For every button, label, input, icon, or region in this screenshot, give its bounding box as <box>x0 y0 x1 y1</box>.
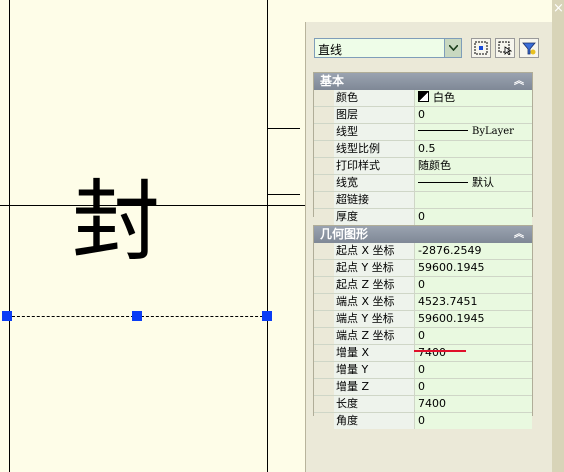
property-value[interactable]: 默认 <box>415 175 532 191</box>
grip-mid[interactable] <box>132 311 142 321</box>
section-basic-title: 基本 <box>320 74 345 88</box>
property-value[interactable]: 白色 <box>415 90 532 106</box>
property-row-length[interactable]: 长度 7400 <box>314 396 532 413</box>
object-type-value: 直线 <box>318 43 343 57</box>
property-value[interactable]: 0 <box>415 209 532 225</box>
property-label: 超链接 <box>334 192 415 208</box>
property-row-end-z[interactable]: 端点 Z 坐标 0 <box>314 328 532 345</box>
property-value[interactable]: 0 <box>415 107 532 123</box>
property-label: 起点 Z 坐标 <box>334 277 415 293</box>
palette-title-bar[interactable] <box>552 0 564 472</box>
property-label: 起点 Y 坐标 <box>334 260 415 276</box>
property-row-angle[interactable]: 角度 0 <box>314 413 532 429</box>
grip-end[interactable] <box>262 311 272 321</box>
property-value[interactable] <box>415 192 532 208</box>
property-row-color[interactable]: 颜色 白色 <box>314 90 532 107</box>
property-value[interactable]: 0 <box>415 413 532 429</box>
property-value[interactable]: 7400 <box>415 396 532 412</box>
property-value[interactable]: 4523.7451 <box>415 294 532 310</box>
property-label: 线宽 <box>334 175 415 191</box>
property-value[interactable]: 0 <box>415 379 532 395</box>
property-label: 端点 X 坐标 <box>334 294 415 310</box>
property-row-start-x[interactable]: 起点 X 坐标 -2876.2549 <box>314 243 532 260</box>
property-value[interactable]: -2876.2549 <box>415 243 532 259</box>
property-label: 打印样式 <box>334 158 415 174</box>
property-value[interactable]: 0.5 <box>415 141 532 157</box>
property-value[interactable]: 0 <box>415 328 532 344</box>
property-label: 线型比例 <box>334 141 415 157</box>
property-value[interactable]: 59600.1945 <box>415 260 532 276</box>
property-value[interactable]: 59600.1945 <box>415 311 532 327</box>
highlight-underline <box>414 350 466 352</box>
property-label: 端点 Y 坐标 <box>334 311 415 327</box>
chevron-down-icon[interactable] <box>444 39 461 57</box>
section-basic: 基本 ︽ 颜色 白色 图层 0 线型 ByLayer 线型比例 0.5 打印样式… <box>313 72 533 225</box>
collapse-icon[interactable]: ︽ <box>514 226 524 243</box>
quick-select-icon <box>474 41 488 55</box>
color-swatch-icon <box>418 91 429 102</box>
property-label: 增量 Z <box>334 379 415 395</box>
property-value[interactable]: 7400 <box>415 345 532 361</box>
property-label: 厚度 <box>334 209 415 225</box>
property-value[interactable]: ByLayer <box>415 124 532 140</box>
collapse-icon[interactable]: ︽ <box>514 73 524 90</box>
property-label: 增量 X <box>334 345 415 361</box>
property-row-delta-x[interactable]: 增量 X 7400 <box>314 345 532 362</box>
close-icon[interactable]: × <box>553 2 564 16</box>
grip-start[interactable] <box>2 311 12 321</box>
section-basic-header[interactable]: 基本 ︽ <box>314 73 532 90</box>
property-row-start-y[interactable]: 起点 Y 坐标 59600.1945 <box>314 260 532 277</box>
property-row-plot-style[interactable]: 打印样式 随颜色 <box>314 158 532 175</box>
property-row-layer[interactable]: 图层 0 <box>314 107 532 124</box>
property-label: 颜色 <box>334 90 415 106</box>
drawing-line-mid-stub[interactable] <box>267 194 300 195</box>
property-value[interactable]: 0 <box>415 362 532 378</box>
object-type-select[interactable]: 直线 <box>314 38 462 58</box>
quick-select-button[interactable] <box>471 38 491 58</box>
property-row-end-y[interactable]: 端点 Y 坐标 59600.1945 <box>314 311 532 328</box>
property-row-end-x[interactable]: 端点 X 坐标 4523.7451 <box>314 294 532 311</box>
linetype-sample <box>418 130 468 131</box>
property-row-linetype-scale[interactable]: 线型比例 0.5 <box>314 141 532 158</box>
drawing-line-upper-stub[interactable] <box>267 128 300 129</box>
property-row-delta-z[interactable]: 增量 Z 0 <box>314 379 532 396</box>
drawing-line-right[interactable] <box>267 0 268 472</box>
property-row-lineweight[interactable]: 线宽 默认 <box>314 175 532 192</box>
property-label: 图层 <box>334 107 415 123</box>
property-value[interactable]: 随颜色 <box>415 158 532 174</box>
property-label: 端点 Z 坐标 <box>334 328 415 344</box>
property-label: 角度 <box>334 413 415 429</box>
drawing-line-left[interactable] <box>9 0 10 472</box>
property-row-start-z[interactable]: 起点 Z 坐标 0 <box>314 277 532 294</box>
property-row-delta-y[interactable]: 增量 Y 0 <box>314 362 532 379</box>
filter-funnel-icon <box>522 42 536 55</box>
canvas-top-strip <box>305 0 552 22</box>
property-row-linetype[interactable]: 线型 ByLayer <box>314 124 532 141</box>
property-row-hyperlink[interactable]: 超链接 <box>314 192 532 209</box>
select-objects-icon <box>498 41 512 55</box>
property-label: 线型 <box>334 124 415 140</box>
section-geometry-title: 几何图形 <box>320 227 369 241</box>
property-label: 起点 X 坐标 <box>334 243 415 259</box>
drawing-canvas[interactable]: 封 <box>0 0 300 472</box>
section-geometry-header[interactable]: 几何图形 ︽ <box>314 226 532 243</box>
toggle-pickadd-button[interactable] <box>519 38 539 58</box>
section-geometry: 几何图形 ︽ 起点 X 坐标 -2876.2549 起点 Y 坐标 59600.… <box>313 225 533 429</box>
drawing-text-glyph[interactable]: 封 <box>72 172 160 272</box>
property-value[interactable]: 0 <box>415 277 532 293</box>
property-label: 增量 Y <box>334 362 415 378</box>
select-objects-button[interactable] <box>495 38 515 58</box>
lineweight-sample <box>418 182 468 183</box>
property-label: 长度 <box>334 396 415 412</box>
property-row-thickness[interactable]: 厚度 0 <box>314 209 532 225</box>
